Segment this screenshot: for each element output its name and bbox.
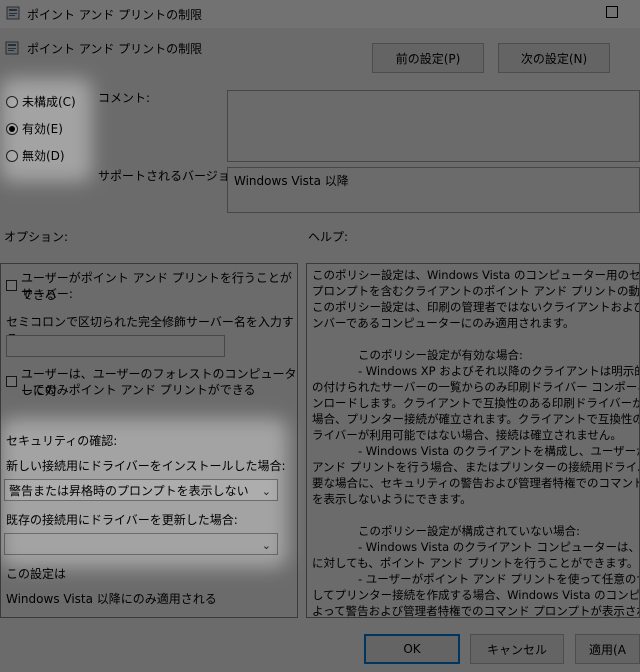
security-title: セキュリティの確認: <box>6 434 118 448</box>
help-line: プロンプトを含むクライアントのポイント アンド プリントの動作を制御しま <box>312 284 640 298</box>
server-names-input[interactable] <box>6 335 225 357</box>
policy-icon <box>6 6 20 20</box>
radio-icon[interactable] <box>6 95 18 108</box>
comment-field[interactable] <box>227 90 640 162</box>
help-line: アンド プリントを行う場合、またはプリンターの接続用ドライバーの更新が <box>312 460 639 474</box>
help-line: ンバーであるコンピューターにのみ適用されます。 <box>312 316 575 330</box>
comment-label: コメント: <box>98 91 151 105</box>
note-title: この設定は <box>6 567 67 581</box>
radio-label: 有効(E) <box>22 122 63 136</box>
note-value: Windows Vista 以降にのみ適用される <box>6 592 217 606</box>
options-label: オプション: <box>4 230 69 244</box>
chevron-down-icon: ⌄ <box>261 539 271 552</box>
new-connection-label: 新しい接続用にドライバーをインストールした場合: <box>6 459 286 473</box>
help-line: - ユーザーがポイント アンド プリントを使って任意のサーバーに対 <box>357 572 639 586</box>
help-line: このポリシー設定が有効な場合: <box>312 348 523 362</box>
help-line: ライバーが利用可能ではない場合、接続は確立されません。 <box>312 428 622 442</box>
new-connection-select[interactable]: 警告または昇格時のプロンプトを表示しない ⌄ <box>4 479 278 501</box>
help-line: - Windows Vista のクライアントを構成し、ユーザーがポイン <box>357 444 639 458</box>
prev-setting-button[interactable]: 前の設定(P) <box>372 43 484 73</box>
next-setting-button[interactable]: 次の設定(N) <box>498 43 610 73</box>
select-value: 警告または昇格時のプロンプトを表示しない <box>9 483 249 498</box>
help-panel[interactable]: このポリシー設定は、Windows Vista のコンピューター用のセキュリティ… <box>306 263 640 618</box>
policy-icon <box>5 41 19 55</box>
existing-connection-label: 既存の接続用にドライバーを更新した場合: <box>6 513 238 527</box>
help-line: このポリシー設定は、印刷の管理者ではないクライアントおよびドメインの <box>312 300 639 314</box>
cancel-button[interactable]: キャンセル <box>470 634 564 664</box>
help-line: - Windows Vista のクライアント コンピューターは、どのサーバー <box>357 540 640 554</box>
radio-enabled[interactable]: 有効(E) <box>6 120 63 137</box>
help-line: 場合、プリンター接続が確立されます。クライアントで互換性のある印刷 <box>312 412 639 426</box>
ok-button[interactable]: OK <box>364 634 460 664</box>
help-line: このポリシー設定は、Windows Vista のコンピューター用のセキュリティ <box>312 268 640 282</box>
existing-connection-select[interactable]: ⌄ <box>4 533 278 555</box>
chevron-down-icon: ⌄ <box>261 485 271 498</box>
radio-icon[interactable] <box>6 122 18 135</box>
checkbox-allowed-servers[interactable] <box>6 280 17 291</box>
help-line: このポリシー設定が構成されていない場合: <box>312 524 581 538</box>
maximize-icon[interactable] <box>606 6 618 18</box>
help-label: ヘルプ: <box>308 230 349 244</box>
check2-label-cont: してのみポイント アンド プリントができる <box>21 383 256 397</box>
options-panel: ユーザーがポイント アンド プリントを行うことができる サーバー: セミコロンで… <box>0 263 298 618</box>
checkbox-forest-only[interactable] <box>6 376 17 387</box>
supported-field: Windows Vista 以降 <box>227 167 640 213</box>
help-line: に対しても、ポイント アンド プリントを行うことができます。 <box>312 556 639 570</box>
help-line: してプリンター接続を作成する場合、Windows Vista のコンピューター <box>312 588 640 602</box>
window-title: ポイント アンド プリントの制限 <box>27 8 203 22</box>
help-line: よって警告および管理者特権でのコマンド プロンプトが表示されます。 <box>312 604 639 618</box>
apply-button[interactable]: 適用(A <box>575 634 640 664</box>
policy-title: ポイント アンド プリントの制限 <box>27 42 203 56</box>
supported-label: サポートされるバージョン: <box>98 169 246 183</box>
help-line: ンロードします。クライアントで互換性のある印刷ドライバーが利用可能な <box>312 396 640 410</box>
help-line: - Windows XP およびそれ以降のクライアントは明示的に名前 <box>357 364 639 378</box>
radio-not-configured[interactable]: 未構成(C) <box>6 93 76 110</box>
radio-label: 無効(D) <box>22 149 65 163</box>
radio-disabled[interactable]: 無効(D) <box>6 147 65 164</box>
help-line: 要な場合に、セキュリティの警告および管理者特権でのコマンド プロンプ <box>312 476 640 490</box>
help-line: の付けられたサーバーの一覧からのみ印刷ドライバー コンポーネントをダ <box>312 380 639 394</box>
check1-label-cont: サーバー: <box>21 287 73 301</box>
radio-icon[interactable] <box>6 149 18 162</box>
help-line: を表示しないようにできます。 <box>312 492 472 506</box>
radio-label: 未構成(C) <box>22 95 76 109</box>
